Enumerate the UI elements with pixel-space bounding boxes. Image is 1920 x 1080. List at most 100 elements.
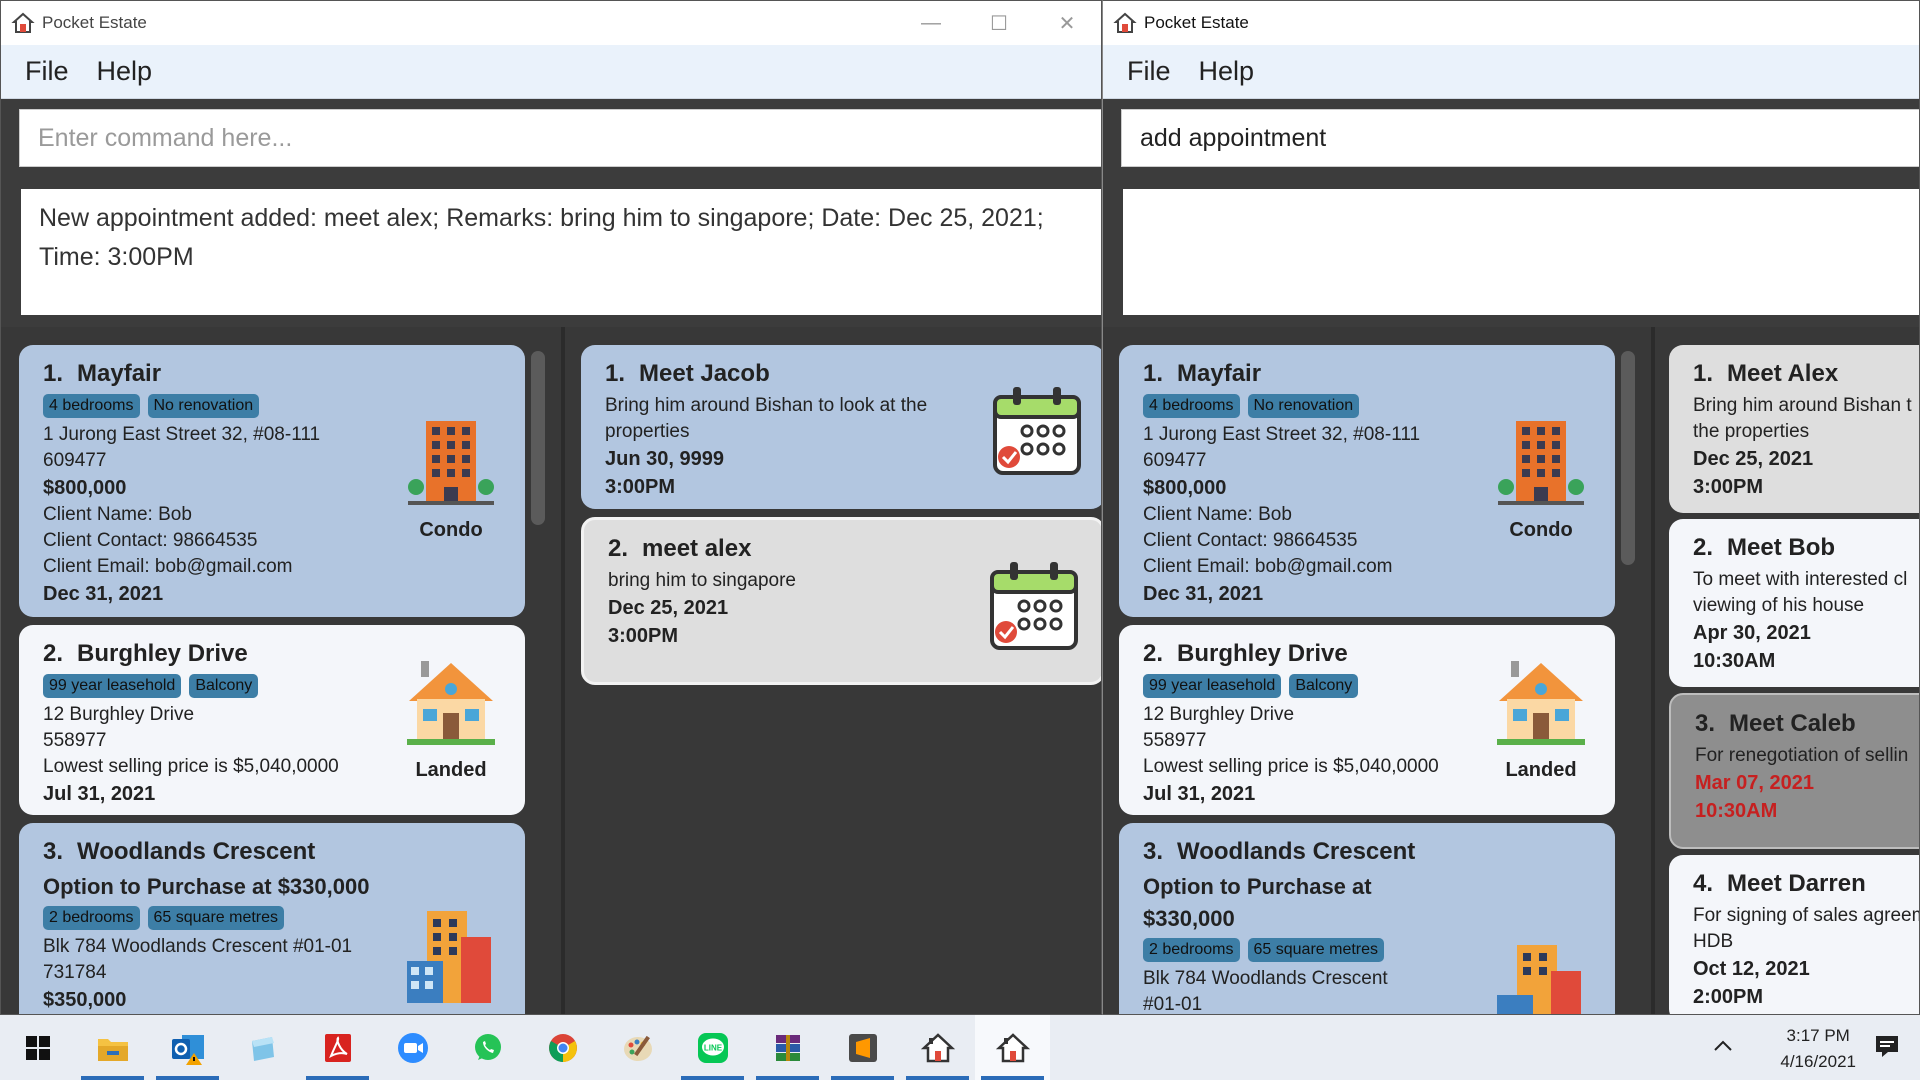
command-box[interactable] [19,109,1101,167]
appointment-list-panel[interactable]: 1. Meet Alex Bring him around Bishan t th… [1655,327,1920,1014]
maximize-button[interactable]: ☐ [965,1,1033,45]
window-title: Pocket Estate [42,13,147,32]
clock-date: 4/16/2021 [1780,1052,1856,1071]
appointment-card[interactable]: 1. Meet Alex Bring him around Bishan t th… [1669,345,1919,513]
property-name: Woodlands Crescent [1177,838,1416,865]
property-card[interactable]: 2. Burghley Drive 99 year leasehold Balcon… [1119,625,1615,815]
zoom-icon[interactable] [375,1015,450,1080]
pocket-estate-icon[interactable] [975,1015,1050,1080]
appointment-card[interactable]: 1. Meet Jacob Bring him around Bishan to … [581,345,1101,509]
property-tag: 2 bedrooms [43,906,140,930]
property-list-scrollbar[interactable] [531,351,545,525]
condo-icon [1498,421,1584,505]
appointment-index: 2. [1693,534,1714,561]
house-app-icon [11,12,35,33]
appointment-remark: For renegotiation of sellin [1695,745,1909,766]
client-email: Client Email: bob@gmail.com [43,556,293,577]
menu-file[interactable]: File [1127,56,1171,87]
property-tag: No renovation [147,394,260,418]
property-tag: 2 bedrooms [1143,938,1240,962]
command-box[interactable] [1121,109,1919,167]
property-card[interactable]: 3. Woodlands Crescent Option to Purchase … [19,823,525,1014]
title-bar[interactable]: Pocket Estate [1103,1,1919,45]
property-list-panel[interactable]: 1. Mayfair 4 bedrooms No renovation 1 Juro… [1,327,561,1014]
pocket-estate-window-right: Pocket Estate File Help 1. Mayfair 4 bedr… [1102,0,1920,1015]
property-card[interactable]: 1. Mayfair 4 bedrooms No renovation 1 Juro… [1119,345,1615,617]
appointment-index: 1. [1693,360,1714,387]
property-name: Burghley Drive [77,640,248,667]
property-tag: 65 square metres [1247,938,1385,962]
appointment-card[interactable]: 4. Meet Darren For signing of sales agree… [1669,855,1920,1014]
acrobat-icon[interactable] [300,1015,375,1080]
property-list-scrollbar[interactable] [1621,351,1635,565]
whatsapp-icon[interactable] [450,1015,525,1080]
appointment-index: 1. [605,360,626,387]
menu-help[interactable]: Help [1199,56,1255,87]
outlook-icon[interactable] [150,1015,225,1080]
result-display [1123,189,1919,315]
appointment-time: 3:00PM [1693,476,1764,498]
line-icon[interactable]: LINE [675,1015,750,1080]
property-tag: 65 square metres [147,906,285,930]
appointment-time: 10:30AM [1695,800,1778,822]
command-input[interactable] [1140,123,1919,153]
appointment-remark: HDB [1693,931,1734,952]
property-index: 2. [1143,640,1164,667]
property-type: Condo [1509,519,1573,541]
property-index: 1. [1143,360,1164,387]
chrome-icon[interactable] [525,1015,600,1080]
menu-file[interactable]: File [25,56,69,87]
appointment-name: Meet Jacob [639,360,770,387]
appointment-remark: Bring him around Bishan to look at the p… [605,395,928,442]
close-button[interactable]: ✕ [1033,1,1101,45]
property-index: 3. [43,838,64,865]
property-tag: Balcony [1289,674,1359,698]
property-index: 2. [43,640,64,667]
svg-text:LINE: LINE [703,1043,722,1052]
property-tag: 99 year leasehold [43,674,182,698]
system-clock[interactable]: 3:17 PM 4/16/2021 [1780,1023,1856,1075]
menu-bar: File Help [1,45,1101,99]
landed-house-icon [407,661,495,745]
appointment-index: 4. [1693,870,1714,897]
appointment-card[interactable]: 2. Meet Bob To meet with interested cl vi… [1669,519,1919,687]
winrar-icon[interactable] [750,1015,825,1080]
property-index: 3. [1143,838,1164,865]
notepad-icon[interactable] [225,1015,300,1080]
appointment-remark: For signing of sales agreem [1693,905,1920,926]
window-title: Pocket Estate [1144,13,1249,32]
property-card[interactable]: 2. Burghley Drive 99 year leasehold Balcon… [19,625,525,815]
appointment-name: meet alex [642,535,752,562]
notification-icon[interactable] [1874,1033,1900,1064]
calendar-icon [990,562,1078,650]
appointment-time: 10:30AM [1693,650,1776,672]
taskbar: LINE 3:17 PM 4/16/2021 [0,1015,1920,1080]
appointment-index: 2. [608,535,629,562]
pocket-estate-icon[interactable] [900,1015,975,1080]
start-icon[interactable] [0,1015,75,1080]
property-index: 1. [43,360,64,387]
pocket-estate-window-left: Pocket Estate — ☐ ✕ File Help New appoin… [0,0,1102,1015]
command-input[interactable] [38,123,1101,153]
house-app-icon [1113,12,1137,33]
appointment-card-expired[interactable]: 3. Meet Caleb For renegotiation of sellin… [1669,693,1919,849]
property-list-panel[interactable]: 1. Mayfair 4 bedrooms No renovation 1 Juro… [1103,327,1651,1014]
sublime-icon[interactable] [825,1015,900,1080]
result-display: New appointment added: meet alex; Remark… [21,189,1101,315]
title-bar[interactable]: Pocket Estate — ☐ ✕ [1,1,1101,45]
appointment-name: Meet Bob [1727,534,1836,561]
minimize-button[interactable]: — [897,1,965,45]
property-card[interactable]: 3. Woodlands Crescent Option to Purchase … [1119,823,1615,1014]
menu-help[interactable]: Help [97,56,153,87]
property-card[interactable]: 1. Mayfair 4 bedrooms No renovation 1 Juro… [19,345,525,617]
paint-icon[interactable] [600,1015,675,1080]
file-explorer-icon[interactable] [75,1015,150,1080]
chevron-up-icon[interactable] [1712,1035,1734,1062]
property-status: Option to Purchase at [1143,874,1372,899]
appointment-date: Mar 07, 2021 [1695,772,1814,794]
appointment-list-panel[interactable]: 1. Meet Jacob Bring him around Bishan to … [565,327,1101,1014]
appointment-name: Meet Caleb [1729,710,1856,737]
property-deadline: Jul 31, 2021 [1143,783,1256,805]
appointment-remark: To meet with interested cl [1693,569,1908,590]
appointment-card-selected[interactable]: 2. meet alex bring him to singapore Dec 2… [581,517,1101,685]
